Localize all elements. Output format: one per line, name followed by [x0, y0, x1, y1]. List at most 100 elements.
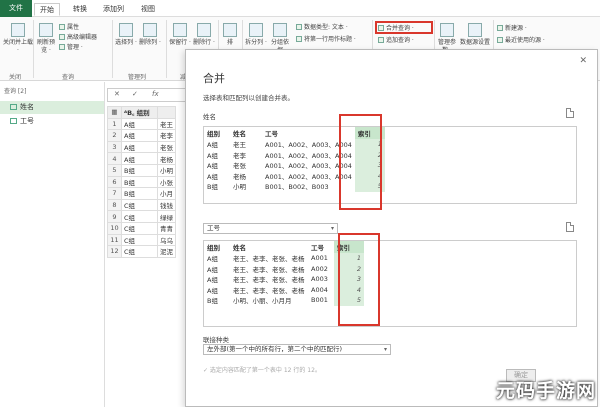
choose-columns-button[interactable]: 选择列 · [115, 23, 137, 47]
merge-dialog: 合并 ✕ 选择表和匹配列以创建合并表。 姓名 组别 姓名 工号 索引 A组 老王 A001、… [185, 49, 598, 407]
tab-transform[interactable]: 转换 [68, 3, 92, 16]
table1-name: 姓名 [203, 113, 216, 121]
row-number[interactable]: 4 [107, 152, 122, 165]
manage-icon [59, 44, 65, 50]
column-header[interactable]: 姓名 [230, 241, 308, 253]
row-number[interactable]: 2 [107, 129, 122, 142]
table-cell[interactable]: B组 [121, 187, 158, 200]
properties-button[interactable]: 属性 [59, 23, 79, 32]
formula-bar[interactable]: ✕ ✓ fx [107, 88, 187, 102]
row-number[interactable]: 6 [107, 175, 122, 189]
row-number[interactable]: 5 [107, 163, 122, 177]
table-cell: 小明 [233, 183, 246, 192]
cancel-icon[interactable]: ✕ [114, 90, 120, 98]
row-number[interactable]: 3 [107, 140, 122, 154]
table-cell[interactable]: C组 [121, 198, 158, 212]
table-row: 10 C组 青青 [107, 221, 176, 235]
table-cell[interactable]: 老李 [157, 129, 176, 142]
refresh-icon [39, 23, 53, 37]
data-source-settings-button[interactable]: 数据源设置 [460, 23, 490, 47]
column-header[interactable]: 工号 [308, 241, 334, 253]
match-status: ✓ 选定内容匹配了第一个表中 12 行的 12。 [203, 367, 321, 374]
tab-add-column[interactable]: 添加列 [98, 3, 129, 16]
table-cell[interactable]: 老王 [157, 117, 176, 131]
table-cell[interactable]: A组 [121, 117, 158, 131]
row-number[interactable]: 8 [107, 198, 122, 212]
new-source-icon [497, 25, 503, 31]
table-cell[interactable]: 泥泥 [157, 245, 176, 258]
confirm-icon[interactable]: ✓ [132, 90, 138, 98]
table2-select[interactable]: 工号 ▾ [203, 223, 338, 234]
group-label-close: 关闭 [9, 74, 22, 81]
table-cell[interactable]: A组 [121, 129, 158, 142]
dialog-title: 合并 [203, 72, 225, 85]
remove-columns-button[interactable]: 删除列 · [139, 23, 161, 47]
row-number[interactable]: 10 [107, 221, 122, 235]
grid-col-header[interactable]: ᴬB꜀ 组别 [121, 106, 158, 119]
table-cell[interactable]: 青青 [157, 221, 176, 235]
table2-preview: 组别 姓名 工号 索引 A组 老王、老李、老张、老杨 A001 1 A组 老王、老李、老张、老杨 A… [203, 240, 577, 327]
table-cell[interactable]: 老张 [157, 140, 176, 154]
column-header[interactable]: 组别 [204, 127, 230, 139]
column-header[interactable]: 组别 [204, 241, 230, 253]
query-item-name[interactable]: 姓名 [0, 101, 104, 114]
advanced-editor-button[interactable]: 高级编辑器 [59, 33, 97, 42]
row-number[interactable]: 7 [107, 187, 122, 200]
tab-view[interactable]: 视图 [136, 3, 160, 16]
table-cell[interactable]: A组 [121, 152, 158, 165]
parameters-icon [440, 23, 454, 37]
join-kind-select[interactable]: 左外部(第一个中的所有行，第二个中的匹配行) ▾ [203, 344, 391, 355]
table-cell[interactable]: C组 [121, 233, 158, 247]
queries-panel: 查询 [2] 姓名 工号 [0, 82, 105, 407]
row-number[interactable]: 12 [107, 245, 122, 258]
tab-home[interactable]: 开始 [34, 3, 60, 16]
manage-button[interactable]: 管理 · [59, 43, 83, 52]
append-queries-button[interactable]: 追加查询 · [378, 36, 414, 45]
table-cell[interactable]: 小明 [157, 163, 176, 177]
refresh-preview-button[interactable]: 刷新预览 · [35, 23, 57, 55]
table-cell: 老王、老李、老张、老杨 [233, 255, 305, 264]
group-by-icon [273, 23, 287, 37]
table-cell: B001 [311, 296, 328, 305]
row-number[interactable]: 1 [107, 117, 122, 131]
table-cell[interactable]: 小张 [157, 175, 176, 189]
query-item-id[interactable]: 工号 [0, 115, 104, 128]
data-type-dropdown[interactable]: 数据类型: 文本 · [296, 23, 348, 32]
table-cell[interactable]: C组 [121, 210, 158, 223]
remove-rows-button[interactable]: 删除行 · [193, 23, 215, 47]
grid-col-header-2[interactable] [157, 106, 176, 119]
table-cell: B组 [207, 183, 218, 192]
table-cell[interactable]: 乌乌 [157, 233, 176, 247]
table-cell: 老王、老李、老张、老杨 [233, 286, 305, 295]
column-header[interactable]: 姓名 [230, 127, 262, 139]
close-icon[interactable]: ✕ [579, 56, 587, 66]
table-row: 2 A组 老李 [107, 129, 176, 142]
table-cell[interactable]: B组 [121, 175, 158, 189]
sort-button[interactable]: 排 [221, 23, 239, 47]
table-cell: A组 [207, 141, 218, 150]
split-column-button[interactable]: 拆分列 · [245, 23, 267, 47]
close-load-button[interactable]: 关闭并上载 · [3, 23, 33, 55]
keep-rows-button[interactable]: 保留行 · [169, 23, 191, 47]
table-cell[interactable]: C组 [121, 245, 158, 258]
table-cell[interactable]: C组 [121, 221, 158, 235]
table-cell[interactable]: 老杨 [157, 152, 176, 165]
row-number[interactable]: 9 [107, 210, 122, 223]
table-cell[interactable]: 绿绿 [157, 210, 176, 223]
grid-corner[interactable]: ▦ [107, 106, 122, 119]
table-cell[interactable]: 钱钱 [157, 198, 176, 212]
table-row: 5 B组 小明 [107, 163, 176, 177]
table-cell[interactable]: A组 [121, 140, 158, 154]
properties-icon [59, 24, 65, 30]
table-cell: 老杨 [233, 172, 246, 181]
preview-doc-icon[interactable] [566, 108, 574, 118]
row-number[interactable]: 11 [107, 233, 122, 247]
table-cell[interactable]: 小月 [157, 187, 176, 200]
preview-doc-icon-2[interactable] [566, 222, 574, 232]
first-row-header-button[interactable]: 将第一行用作标题 · [296, 35, 356, 44]
table-cell[interactable]: B组 [121, 163, 158, 177]
tab-file[interactable]: 文件 [0, 0, 32, 17]
data-grid: ▦ ᴬB꜀ 组别 1 A组 老王 2 A组 老李 3 A组 老张 4 A组 老杨 5 B组 小明 6 B组 小张 7… [107, 106, 187, 258]
new-source-button[interactable]: 新建源 · [497, 24, 527, 33]
recent-sources-button[interactable]: 最近使用的源 · [497, 36, 545, 45]
